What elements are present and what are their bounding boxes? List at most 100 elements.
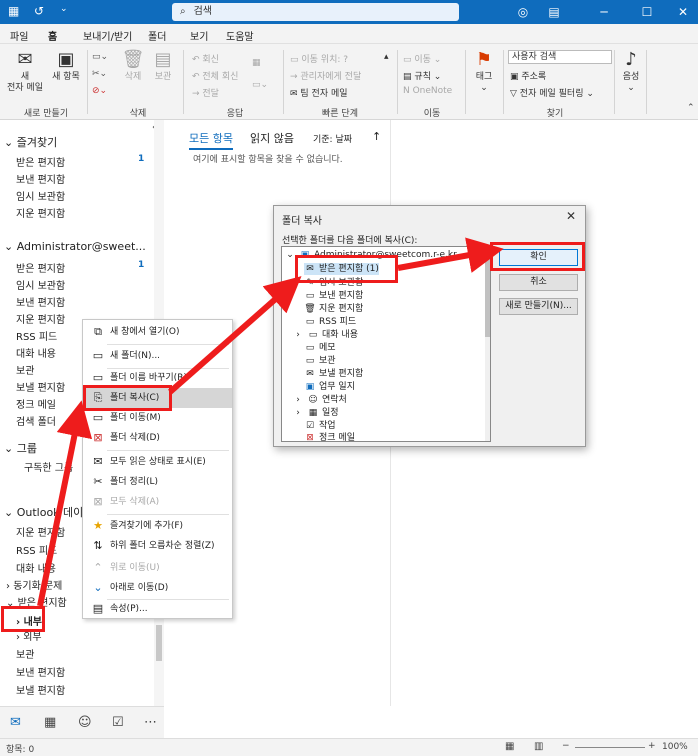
tree-node-journal[interactable]: ▣ 업무 일지: [304, 381, 355, 393]
people-icon[interactable]: ☺: [78, 715, 92, 730]
meeting-icon[interactable]: ▦: [252, 58, 261, 68]
tasks-icon[interactable]: ☑: [112, 715, 124, 730]
folder-junk[interactable]: 정크 메일: [16, 396, 56, 411]
menu-delete-all[interactable]: ⊠ 모두 삭제(A): [83, 492, 232, 512]
sort-dropdown[interactable]: 기준: 날짜: [313, 132, 352, 145]
more-respond-icon[interactable]: ▭⌄: [252, 80, 268, 90]
junk-icon[interactable]: ⊘⌄: [92, 86, 107, 96]
folder-outbox[interactable]: 보낼 편지함: [16, 379, 65, 394]
tree-node-junk[interactable]: ⊠ 정크 메일: [304, 432, 355, 441]
favorites-header[interactable]: ⌄ 즐겨찾기: [4, 134, 57, 150]
tab-folder[interactable]: 폴더: [148, 28, 166, 43]
more-apps-icon[interactable]: ⋯: [144, 715, 157, 730]
quickstep-scroll-icon[interactable]: ▴: [384, 52, 389, 62]
close-icon[interactable]: ✕: [566, 209, 576, 223]
folder-od-sent[interactable]: 보낸 편지함: [16, 664, 65, 679]
tree-scrollbar[interactable]: [485, 247, 490, 441]
folder-drafts[interactable]: 임시 보관함: [16, 277, 65, 292]
folder-od-outbox[interactable]: 보낼 편지함: [16, 682, 65, 697]
address-book-button[interactable]: ▣ 주소록: [510, 69, 546, 82]
menu-sort-subfolders[interactable]: ⇅ 하위 폴더 오름차순 정렬(Z): [83, 536, 232, 556]
minimize-icon[interactable]: ─: [594, 2, 614, 22]
tab-file[interactable]: 파일: [10, 28, 28, 43]
groups-header[interactable]: ⌄ 그룹: [4, 440, 37, 456]
ignore-icon[interactable]: ▭⌄: [92, 52, 108, 62]
tab-view[interactable]: 보기: [190, 28, 208, 43]
folder-od-rss[interactable]: RSS 피드: [16, 542, 57, 557]
folder-inbox[interactable]: 받은 편지함: [16, 260, 65, 275]
calendar-icon[interactable]: ▦: [44, 715, 56, 730]
rules-button[interactable]: ▤ 규칙 ⌄: [403, 69, 441, 82]
zoom-slider[interactable]: [575, 747, 645, 748]
tree-node-calendar[interactable]: › ▦ 일정: [292, 407, 338, 419]
folder-rss[interactable]: RSS 피드: [16, 328, 57, 343]
new-mail-button[interactable]: ✉ 새 전자 메일: [6, 50, 44, 94]
tree-node-rss[interactable]: ▭ RSS 피드: [304, 316, 356, 328]
undo-icon[interactable]: ↺: [34, 4, 44, 18]
reading-view-icon[interactable]: ▥: [534, 741, 543, 752]
folder-conversation[interactable]: 대화 내용: [16, 345, 56, 360]
close-icon[interactable]: ✕: [673, 2, 693, 22]
folder-favorite-inbox[interactable]: 받은 편지함: [16, 154, 65, 169]
tab-help[interactable]: 도움말: [226, 28, 254, 43]
clean-icon[interactable]: ✂⌄: [92, 69, 107, 79]
delete-button[interactable]: 🗑 삭제: [121, 50, 145, 83]
menu-add-favorite[interactable]: ★ 즐겨찾기에 추가(F): [83, 516, 232, 536]
menu-new-folder[interactable]: ▭ 새 폴더(N)...: [83, 346, 232, 366]
menu-delete-folder[interactable]: ⊠ 폴더 삭제(D): [83, 428, 232, 448]
tree-node-deleted[interactable]: 🗑 지운 편지함: [304, 303, 363, 315]
menu-move-up[interactable]: ⌃ 위로 이동(U): [83, 558, 232, 578]
folder-favorite-sent[interactable]: 보낸 편지함: [16, 171, 65, 186]
filter-email-button[interactable]: ▽ 전자 메일 필터링 ⌄: [510, 86, 594, 99]
maximize-icon[interactable]: ☐: [637, 2, 657, 22]
tree-node-sent[interactable]: ▭ 보낸 편지함: [304, 290, 364, 302]
reply-button[interactable]: ↶ 회신: [192, 52, 219, 65]
tree-node-archive[interactable]: ▭ 보관: [304, 355, 336, 367]
search-box[interactable]: ⌕ 검색: [172, 3, 459, 21]
tree-node-notes[interactable]: ▭ 메모: [304, 342, 336, 354]
folder-archive[interactable]: 보관: [16, 362, 34, 377]
tree-node-contacts[interactable]: › ☺ 연락처: [292, 394, 347, 406]
menu-move-down[interactable]: ⌄ 아래로 이동(D): [83, 578, 232, 598]
new-folder-button[interactable]: 새로 만들기(N)...: [499, 298, 578, 315]
menu-open-new-window[interactable]: ⧉ 새 창에서 열기(O): [83, 322, 232, 342]
ribbon-display-icon[interactable]: ▤: [544, 2, 564, 22]
tab-all-items[interactable]: 모든 항목: [189, 130, 233, 150]
zoom-out-icon[interactable]: −: [562, 741, 570, 751]
folder-od-sync[interactable]: › 동기화 문제: [6, 577, 62, 592]
quickstep-team[interactable]: ✉ 팀 전자 메일: [290, 86, 348, 99]
sort-direction-icon[interactable]: ↑: [372, 130, 381, 143]
zoom-in-icon[interactable]: +: [648, 741, 656, 751]
tree-node-tasks[interactable]: ☑ 작업: [304, 420, 336, 432]
voice-button[interactable]: ♪ 음성 ⌄: [620, 50, 642, 94]
menu-clean-folder[interactable]: ✂ 폴더 정리(L): [83, 472, 232, 492]
tree-node-outbox[interactable]: ✉ 보낼 편지함: [304, 368, 363, 380]
new-items-button[interactable]: ▣ 새 항목: [48, 50, 84, 83]
folder-subscribed-groups[interactable]: 구독한 그룹: [24, 459, 73, 474]
mail-icon[interactable]: ✉: [10, 715, 21, 730]
move-button[interactable]: ▭ 이동 ⌄: [403, 52, 441, 65]
folder-od-deleted[interactable]: 지운 편지함: [16, 524, 65, 539]
scroll-thumb[interactable]: [156, 625, 162, 661]
folder-od-conversation[interactable]: 대화 내용: [16, 560, 56, 575]
account-header[interactable]: ⌄ Administrator@sweet...: [4, 240, 146, 253]
coming-soon-icon[interactable]: ◎: [513, 2, 533, 22]
folder-deleted[interactable]: 지운 편지함: [16, 311, 65, 326]
normal-view-icon[interactable]: ▦: [505, 741, 514, 752]
search-people-input[interactable]: 사용자 검색: [508, 50, 612, 64]
onenote-button[interactable]: N OneNote: [403, 86, 452, 96]
menu-move-folder[interactable]: ▭ 폴더 이동(M): [83, 408, 232, 428]
cancel-button[interactable]: 취소: [499, 274, 578, 291]
menu-properties[interactable]: ▤ 속성(P)...: [83, 599, 232, 619]
folder-favorite-drafts[interactable]: 임시 보관함: [16, 188, 65, 203]
folder-od-archive[interactable]: 보관: [16, 646, 34, 661]
reply-all-button[interactable]: ↶ 전체 회신: [192, 69, 238, 82]
forward-button[interactable]: → 전달: [192, 86, 219, 99]
tag-button[interactable]: ⚑ 태그 ⌄: [472, 50, 496, 94]
collapse-ribbon-icon[interactable]: ⌃: [687, 103, 695, 113]
folder-sent[interactable]: 보낸 편지함: [16, 294, 65, 309]
menu-mark-all-read[interactable]: ✉ 모두 읽은 상태로 표시(E): [83, 452, 232, 472]
quickstep-move[interactable]: ▭ 이동 위치: ?: [290, 52, 348, 65]
tab-send-receive[interactable]: 보내기/받기: [83, 28, 132, 43]
archive-button[interactable]: ▤ 보관: [151, 50, 175, 83]
